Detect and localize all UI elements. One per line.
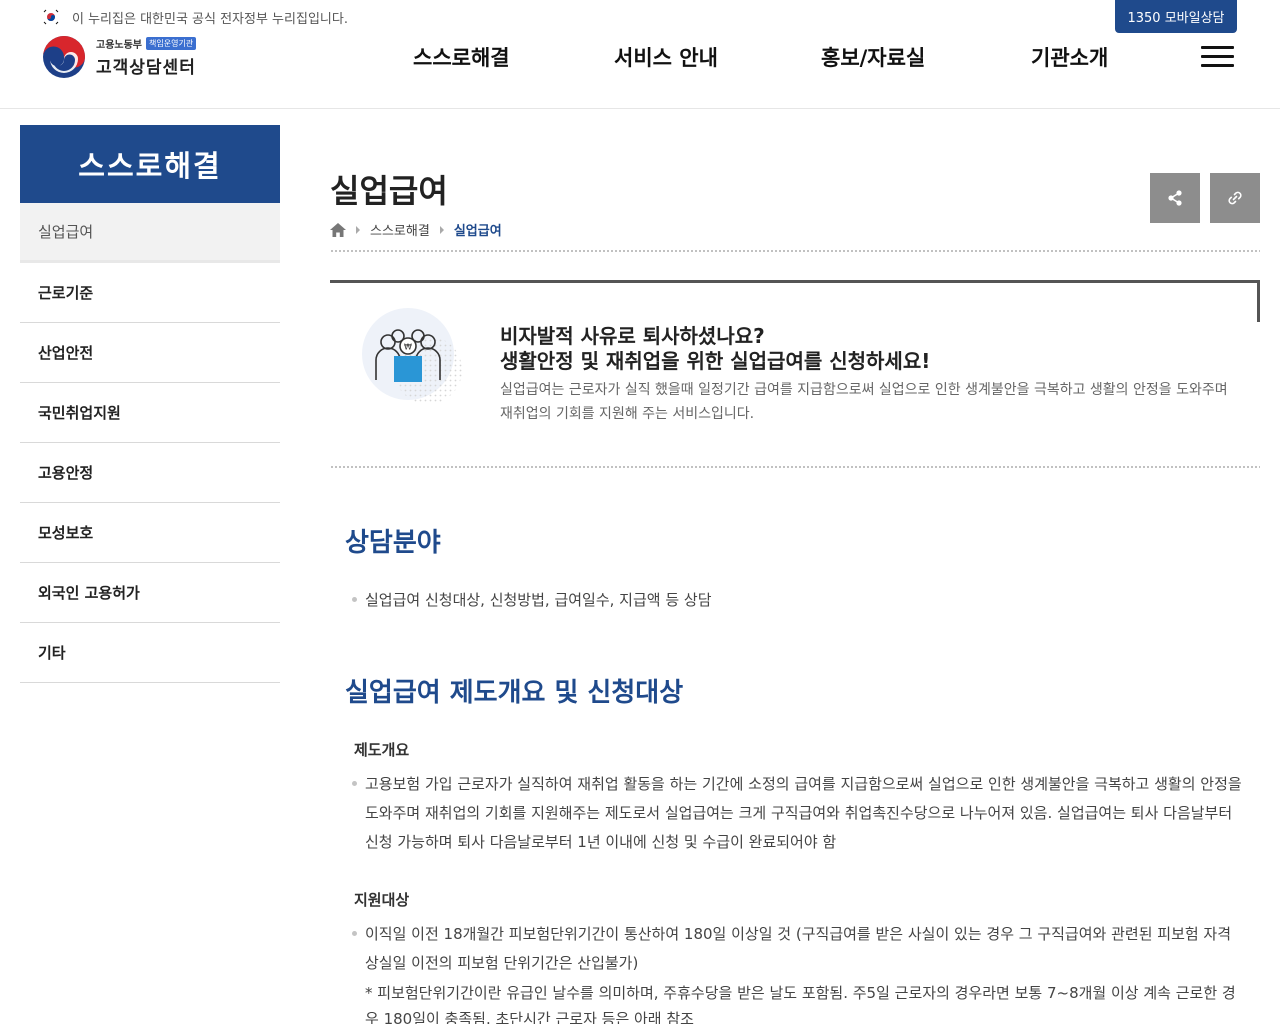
breadcrumb-item[interactable]: 스스로해결 [370, 220, 430, 239]
system-overview-bullet: 고용보험 가입 근로자가 실직하여 재취업 활동을 하는 기간에 소정의 급여를… [352, 770, 1244, 857]
intro-question-2: 생활안정 및 재취업을 위한 실업급여를 신청하세요! [500, 349, 931, 373]
link-icon [1228, 191, 1242, 205]
sidebar-item-maternity[interactable]: 모성보호 [20, 503, 280, 563]
gov-notice-bar: 이 누리집은 대한민국 공식 전자정부 누리집입니다. [42, 7, 348, 27]
mobile-consult-button[interactable]: 1350 모바일상담 [1115, 0, 1237, 33]
intro-right-border [1257, 280, 1260, 322]
share-icon [1168, 190, 1182, 206]
section-title-consult: 상담분야 [345, 528, 441, 558]
target-bullet: 이직일 이전 18개월간 피보험단위기간이 통산하여 180일 이상일 것 (구… [352, 920, 1244, 978]
nav-item-about[interactable]: 기관소개 [1031, 42, 1108, 72]
intro-top-border [330, 280, 1260, 283]
consult-bullet: 실업급여 신청대상, 신청방법, 급여일수, 지급액 등 상담 [352, 586, 1244, 615]
share-button[interactable] [1150, 173, 1200, 223]
dotted-divider [330, 465, 1260, 469]
sidebar-item-foreign-employment[interactable]: 외국인 고용허가 [20, 563, 280, 623]
main-nav: 스스로해결 서비스 안내 홍보/자료실 기관소개 [0, 42, 1280, 78]
subtitle-target: 지원대상 [354, 891, 410, 909]
sidebar-item-labor-standards[interactable]: 근로기준 [20, 263, 280, 323]
nav-item-self-solve[interactable]: 스스로해결 [413, 42, 510, 72]
home-icon[interactable] [330, 222, 346, 237]
sidebar-item-industrial-safety[interactable]: 산업안전 [20, 323, 280, 383]
dotted-divider [330, 249, 1260, 253]
svg-text:₩: ₩ [404, 343, 412, 352]
sidebar-item-etc[interactable]: 기타 [20, 623, 280, 683]
breadcrumb-separator-icon [356, 225, 360, 234]
subtitle-system: 제도개요 [354, 741, 410, 759]
header-divider [0, 108, 1280, 109]
hamburger-icon[interactable] [1201, 46, 1234, 70]
sidebar-item-unemployment-benefit[interactable]: 실업급여 [20, 203, 280, 263]
sidebar-title: 스스로해결 [20, 125, 280, 203]
job-seekers-illustration-icon: ₩ [362, 308, 462, 404]
breadcrumb-current: 실업급여 [453, 224, 502, 239]
breadcrumb-separator-icon [439, 225, 444, 234]
nav-item-pr-archive[interactable]: 홍보/자료실 [821, 42, 925, 72]
gov-notice-text: 이 누리집은 대한민국 공식 전자정부 누리집입니다. [72, 11, 348, 27]
sidebar-item-employment-support[interactable]: 국민취업지원 [20, 383, 280, 443]
breadcrumb: 스스로해결 실업급여 [330, 220, 502, 239]
intro-description: 실업급여는 근로자가 실직 했을때 일정기간 급여를 지급함으로써 실업으로 인… [500, 382, 1228, 422]
target-note: * 피보험단위기간이란 유급인 날수를 의미하며, 주휴수당을 받은 날도 포함… [365, 984, 1236, 1024]
copy-link-button[interactable] [1210, 173, 1260, 223]
taegeukgi-flag-icon [42, 8, 60, 26]
page-title: 실업급여 [330, 172, 448, 210]
intro-box: ₩ 비자발적 사유로 퇴사하셨나요? 생활안정 및 재취업을 위한 실업급여를 … [330, 280, 1260, 460]
sidebar-item-employment-stability[interactable]: 고용안정 [20, 443, 280, 503]
section-title-overview: 실업급여 제도개요 및 신청대상 [345, 678, 684, 708]
sidebar-nav: 스스로해결 실업급여 근로기준 산업안전 국민취업지원 고용안정 모성보호 외국… [20, 125, 280, 683]
nav-item-service-guide[interactable]: 서비스 안내 [614, 42, 718, 72]
